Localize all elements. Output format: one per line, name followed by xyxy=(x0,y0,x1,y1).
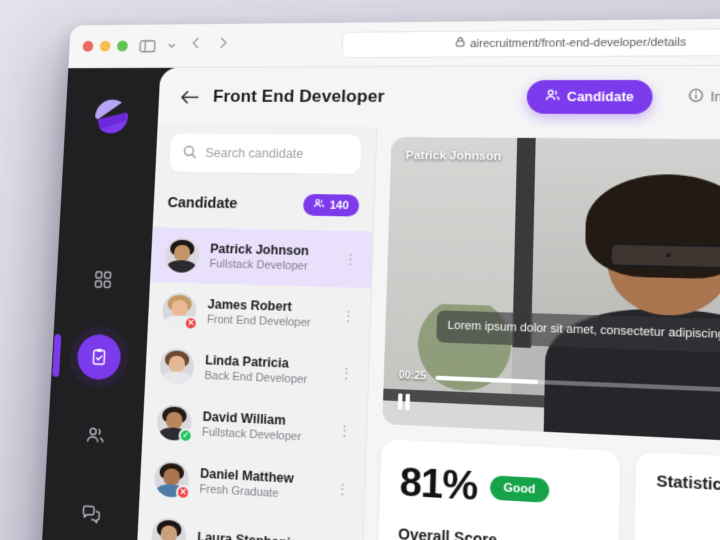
app-root: Front End Developer Candidate Informatio… xyxy=(34,65,720,540)
video-name-label: Patrick Johnson xyxy=(405,149,502,164)
browser-forward-icon[interactable] xyxy=(216,36,230,55)
list-item[interactable]: ✕ James Robert Front End Developer ⋮ xyxy=(147,282,371,345)
overall-score-label: Overall Score xyxy=(397,524,498,540)
row-menu-button[interactable]: ⋮ xyxy=(337,365,355,381)
candidate-column: Candidate 140 xyxy=(130,125,378,540)
app-panel: Front End Developer Candidate Informatio… xyxy=(130,65,720,540)
browser-back-icon[interactable] xyxy=(189,36,203,55)
radar-chart: Skills Growth Mindset xyxy=(665,503,720,540)
search-area xyxy=(155,126,377,191)
window-controls[interactable] xyxy=(82,40,128,52)
video-timestamp: 00:25 xyxy=(398,369,427,383)
overall-score-card: 81% Good Overall Score According to our … xyxy=(374,439,621,540)
candidate-count-value: 140 xyxy=(329,198,349,212)
mockup-stage: airecruitment/front-end-developer/detail… xyxy=(0,0,720,540)
candidate-list-title: Candidate xyxy=(167,194,238,212)
status-badge: Good xyxy=(489,475,550,503)
address-bar[interactable]: airecruitment/front-end-developer/detail… xyxy=(341,27,720,58)
score-header: 81% Good xyxy=(399,460,599,517)
browser-chrome: airecruitment/front-end-developer/detail… xyxy=(68,16,720,69)
tab-information[interactable]: Information xyxy=(677,81,720,114)
url-text: airecruitment/front-end-developer/detail… xyxy=(469,35,687,50)
tab-information-label: Information xyxy=(710,89,720,105)
detail-column: Patrick Johnson Lorem ipsum dolor sit am… xyxy=(358,127,720,540)
avatar xyxy=(164,237,200,274)
tab-candidate[interactable]: Candidate xyxy=(526,79,654,115)
status-badge-rejected: ✕ xyxy=(183,315,199,331)
avatar: ✕ xyxy=(153,460,191,501)
status-badge-accepted: ✓ xyxy=(178,427,194,444)
page-header: Front End Developer Candidate Informatio… xyxy=(157,65,720,130)
page-title: Front End Developer xyxy=(212,86,386,107)
candidate-info: Linda Patricia Back End Developer xyxy=(204,353,326,387)
avatar xyxy=(150,517,187,540)
avatar: ✕ xyxy=(161,292,199,331)
lock-icon xyxy=(455,37,465,50)
candidate-count-badge: 140 xyxy=(302,193,360,217)
interview-video-player[interactable]: Patrick Johnson Lorem ipsum dolor sit am… xyxy=(382,137,720,451)
page-content: Candidate 140 xyxy=(130,125,720,540)
list-item[interactable]: Patrick Johnson Fullstack Developer ⋮ xyxy=(149,227,373,289)
sidebar-toggle-icon[interactable] xyxy=(139,39,156,53)
browser-window: airecruitment/front-end-developer/detail… xyxy=(34,16,720,540)
sidebar-item-dashboard[interactable] xyxy=(81,257,126,303)
maximize-window-button[interactable] xyxy=(116,40,128,52)
minimize-window-button[interactable] xyxy=(99,40,111,52)
candidate-info: Laura Stephanie xyxy=(197,530,320,540)
candidate-list[interactable]: Patrick Johnson Fullstack Developer ⋮ ✕ xyxy=(130,227,373,540)
statistic-card: Statistic xyxy=(632,451,720,540)
candidate-role: Fullstack Developer xyxy=(209,257,308,273)
header-tabs: Candidate Information xyxy=(526,79,720,115)
overall-score-value: 81% xyxy=(399,459,478,509)
row-menu-button[interactable]: ⋮ xyxy=(333,480,351,497)
chevron-down-icon[interactable] xyxy=(167,41,176,50)
candidate-list-header: Candidate 140 xyxy=(153,188,375,232)
row-menu-button[interactable]: ⋮ xyxy=(335,422,353,439)
search-icon xyxy=(182,144,197,161)
tab-candidate-label: Candidate xyxy=(566,89,634,105)
rail-icon-list xyxy=(38,256,151,540)
avatar xyxy=(158,348,195,385)
info-icon xyxy=(689,88,704,105)
candidate-info: David William Fullstack Developer xyxy=(202,409,325,445)
metric-cards: 81% Good Overall Score According to our … xyxy=(374,439,720,540)
candidate-info: James Robert Front End Developer xyxy=(207,297,329,330)
status-badge-rejected: ✕ xyxy=(175,484,191,501)
leaf-logo[interactable] xyxy=(88,94,135,140)
candidate-role: Back End Developer xyxy=(204,369,308,387)
avatar: ✓ xyxy=(156,403,194,444)
candidate-name: Patrick Johnson xyxy=(209,241,310,259)
people-icon xyxy=(313,198,325,212)
nav-buttons[interactable] xyxy=(189,36,229,55)
statistic-title: Statistic xyxy=(656,472,720,495)
sidebar-item-messages[interactable] xyxy=(68,490,114,539)
sidebar-item-candidates[interactable] xyxy=(72,411,118,459)
people-icon xyxy=(545,89,561,106)
row-menu-button[interactable]: ⋮ xyxy=(341,251,359,267)
list-item[interactable]: Linda Patricia Back End Developer ⋮ xyxy=(145,337,369,403)
sidebar-item-recruitment[interactable] xyxy=(52,333,122,381)
candidate-name: Laura Stephanie xyxy=(197,530,320,540)
search-input[interactable] xyxy=(205,145,348,162)
active-indicator-bar xyxy=(52,333,62,377)
candidate-role: Front End Developer xyxy=(206,313,311,330)
candidate-name: James Robert xyxy=(207,296,293,315)
search-box[interactable] xyxy=(169,133,362,175)
candidate-info: Daniel Matthew Fresh Graduate xyxy=(199,466,322,503)
back-button[interactable] xyxy=(180,89,199,104)
row-menu-button[interactable]: ⋮ xyxy=(339,307,357,323)
candidate-info: Patrick Johnson Fullstack Developer xyxy=(209,242,330,274)
close-window-button[interactable] xyxy=(82,40,94,52)
